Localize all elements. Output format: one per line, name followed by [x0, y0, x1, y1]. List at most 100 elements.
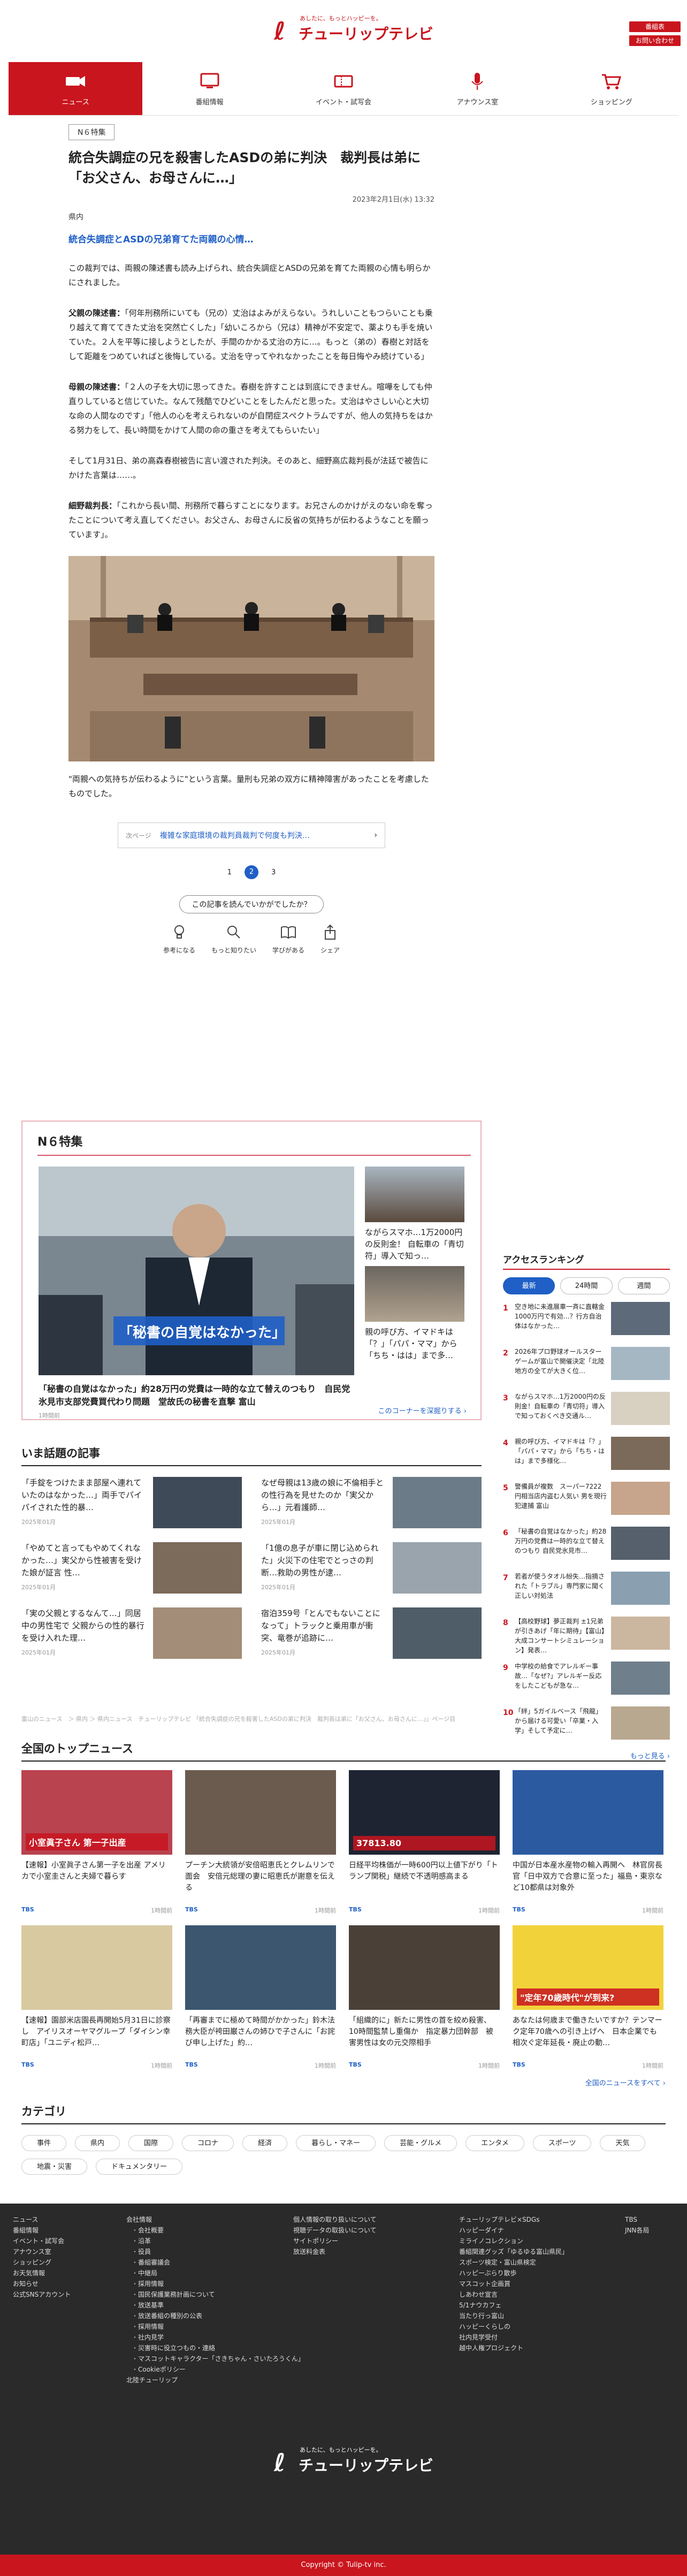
share-button[interactable]: シェア	[320, 923, 340, 955]
footer-link[interactable]: スポーツ検定・富山県検定	[459, 2257, 568, 2268]
reaction-more-button[interactable]: もっと知りたい	[211, 923, 256, 955]
footer-link[interactable]: Cookieポリシー	[126, 2364, 304, 2375]
nav-item-news[interactable]: ニュース	[9, 62, 143, 115]
footer-link[interactable]: ミライノコレクション	[459, 2236, 568, 2246]
footer-link[interactable]: ショッピング	[13, 2257, 71, 2268]
category-chip[interactable]: 暮らし・マネー	[296, 2135, 376, 2151]
category-chip[interactable]: 経済	[242, 2135, 288, 2151]
ranking-item[interactable]: 5 警備員が複数 スーパー7222円相当店内盗む人気い 男を現行犯逮捕 富山	[503, 1482, 670, 1519]
footer-link[interactable]: 当たり行っ富山	[459, 2311, 568, 2321]
national-news-card[interactable]: 小室眞子さん 第一子出産 【速報】小室眞子さん第一子を出産 アメリカで小室圭さんと…	[21, 1770, 172, 1915]
footer-link[interactable]: 役員	[126, 2246, 304, 2257]
footer-link[interactable]: チューリップテレビ×SDGs	[459, 2214, 568, 2225]
footer-link[interactable]: ハッピーくらしの	[459, 2321, 568, 2332]
ranking-item[interactable]: 9 中学校の給食でアレルギー事故…「なぜ?」アレルギー反応をしたこどもが急な…	[503, 1662, 670, 1699]
side-article[interactable]: ながらスマホ…1万2000円の反則金！ 自転車の「青切符」導入で知っ…	[365, 1167, 464, 1262]
category-chip[interactable]: 芸能・グルメ	[384, 2135, 457, 2151]
footer-link[interactable]: 放送基準	[126, 2300, 304, 2311]
footer-link[interactable]: お知らせ	[13, 2278, 71, 2289]
n6-more-link[interactable]: このコーナーを深掘りする ›	[378, 1405, 467, 1415]
page-link-1[interactable]: 1	[227, 868, 232, 877]
national-news-card[interactable]: 中国が日本産水産物の輸入再開へ 林官房長官「日中双方で合意に至った」福島・東京な…	[513, 1770, 663, 1915]
trending-item[interactable]: なぜ母親は13歳の娘に不倫相手との性行為を見せたのか「実父から…」元看護師… 20…	[261, 1477, 482, 1528]
footer-link[interactable]: 国民保護業務計画について	[126, 2289, 304, 2300]
footer-link[interactable]: イベント・試写会	[13, 2236, 71, 2246]
trending-item[interactable]: 「やめてと言ってもやめてくれなかった…」実父から性被害を受けた娘が証言 性… 20…	[21, 1542, 242, 1594]
footer-link[interactable]: 北陸チューリップ	[126, 2375, 304, 2386]
footer-link[interactable]: 番組関連グッズ「ゆるゆる富山県民」	[459, 2246, 568, 2257]
ranking-item[interactable]: 2 2026年プロ野球オールスターゲームが富山で開催決定「北陸地方の全てが大きく位…	[503, 1347, 670, 1384]
footer-link[interactable]: 番組情報	[13, 2225, 71, 2236]
ranking-item[interactable]: 8 【高校野球】夢正裁判 ±1兄弟が引きあげ「年に期待」【富山】大成コンサートシミ…	[503, 1617, 670, 1654]
national-news-card[interactable]: 「組織的に」新たに男性の首を絞め殺害、10時間監禁し重傷か 指定暴力団幹部 被害…	[349, 1925, 500, 2070]
featured-article-image[interactable]: 「秘書の自覚はなかった」	[39, 1167, 354, 1375]
article-category-badge[interactable]: N６特集	[68, 124, 115, 140]
footer-link[interactable]: 採用情報	[126, 2278, 304, 2289]
ranking-item[interactable]: 3 ながらスマホ…1万2000円の反則金！自転車の「青切符」導入で知っておくべき交…	[503, 1392, 670, 1429]
category-chip[interactable]: コロナ	[182, 2135, 234, 2151]
footer-link[interactable]: 社内見学	[126, 2332, 304, 2343]
ranking-item[interactable]: 1 空き地に未進展車一斉に直轄金1000万円で有効…？行方自治体はなかった…	[503, 1302, 670, 1339]
footer-link[interactable]: 個人情報の取り扱いについて	[293, 2214, 377, 2225]
site-logo[interactable]: あしたに、もっとハッピーを。 ℓ チューリップテレビ	[274, 14, 433, 46]
footer-link[interactable]: 会社概要	[126, 2225, 304, 2236]
footer-link[interactable]: マスコット企画賞	[459, 2278, 568, 2289]
footer-link[interactable]: 社内見学受付	[459, 2332, 568, 2343]
category-chip[interactable]: ドキュメンタリー	[96, 2159, 183, 2175]
tab-latest[interactable]: 最新	[503, 1277, 555, 1294]
ranking-item[interactable]: 10 「絆」5ガイルベース「飛龍」から届ける可愛い「卒業・入学」そして予定に…	[503, 1706, 670, 1744]
footer-link[interactable]: 越中人権プロジェクト	[459, 2343, 568, 2353]
footer-link[interactable]: お天気情報	[13, 2268, 71, 2278]
footer-link[interactable]: 5/1ナウカフェ	[459, 2300, 568, 2311]
trending-item[interactable]: 「手錠をつけたまま部屋へ連れていたのはなかった…」両手でパイパイされた性的暴… 2…	[21, 1477, 242, 1528]
footer-link[interactable]: 採用情報	[126, 2321, 304, 2332]
footer-link[interactable]: マスコットキャラクター「さきちゃん・さいたろうくん」	[126, 2353, 304, 2364]
footer-link[interactable]: 放送料金表	[293, 2246, 377, 2257]
reaction-learn-button[interactable]: 学びがある	[272, 923, 304, 955]
category-chip[interactable]: スポーツ	[532, 2135, 592, 2151]
category-chip[interactable]: 国際	[128, 2135, 174, 2151]
footer-link[interactable]: JNN各局	[625, 2225, 650, 2236]
trending-item[interactable]: 「1億の息子が車に閉じ込められた」火災下の住宅でとっさの判断…救助の男性が逮… 2…	[261, 1542, 482, 1594]
next-page-link[interactable]: 次ページ 複雑な家庭環境の裁判員裁判で何度も判決… ›	[118, 822, 385, 848]
category-chip[interactable]: 地震・災害	[21, 2159, 88, 2175]
ranking-item[interactable]: 7 若者が使うタオル紛失…指摘された「トラブル」専門家に聞く正しい対処法	[503, 1572, 670, 1609]
category-chip[interactable]: 天気	[600, 2135, 645, 2151]
ranking-item[interactable]: 4 親の呼び方、イマドキは「？」「パパ・ママ」から「ちち・はは」まで多様化…	[503, 1437, 670, 1474]
footer-logo[interactable]: あしたに、もっとハッピーを。 ℓ チューリップテレビ	[274, 2445, 433, 2478]
page-link-3[interactable]: 3	[271, 868, 276, 877]
trending-item[interactable]: 宿泊359号「とんでもないことになって」トラックと乗用車が衝突、竜巻が追跡に… 2…	[261, 1607, 482, 1659]
national-news-card[interactable]: 【速報】園部米店園長再開始5月31日に診察し アイリスオーヤマグループ「ダイシン…	[21, 1925, 172, 2070]
trending-item[interactable]: 「実の父親とするなんて…」同居中の男性宅で 父親からの性的暴行を受け入れた理… 2…	[21, 1607, 242, 1659]
footer-link[interactable]: ニュース	[13, 2214, 71, 2225]
footer-link[interactable]: 放送番組の種別の公表	[126, 2311, 304, 2321]
footer-link[interactable]: 災害時に役立つもの・連絡	[126, 2343, 304, 2353]
footer-link[interactable]: 会社情報	[126, 2214, 304, 2225]
footer-link[interactable]: 番組審議会	[126, 2257, 304, 2268]
footer-link[interactable]: アナウンス室	[13, 2246, 71, 2257]
nav-item-programs[interactable]: 番組情報	[142, 62, 276, 115]
national-news-card[interactable]: "定年70歳時代"が到来? あなたは何歳まで働きたいですか？テンマーク定年70歳へ…	[513, 1925, 663, 2070]
program-guide-button[interactable]: 番組表	[629, 21, 681, 32]
page-link-current[interactable]: 2	[245, 865, 258, 879]
tab-weekly[interactable]: 週間	[617, 1277, 670, 1294]
side-article[interactable]: 親の呼び方、イマドキは「？」「パパ・ママ」から「ちち・はは」まで多…	[365, 1266, 464, 1361]
nav-item-shopping[interactable]: ショッピング	[545, 62, 678, 115]
footer-link[interactable]: 中継局	[126, 2268, 304, 2278]
footer-link[interactable]: 公式SNSアカウント	[13, 2289, 71, 2300]
footer-link[interactable]: ハッピーぶらり散歩	[459, 2268, 568, 2278]
nav-item-announcers[interactable]: アナウンス室	[410, 62, 544, 115]
footer-link[interactable]: しあわせ宣言	[459, 2289, 568, 2300]
nav-item-events[interactable]: イベント・試写会	[277, 62, 410, 115]
national-news-card[interactable]: プーチン大統領が安倍昭恵氏とクレムリンで面会 安倍元総理の妻に昭恵氏が謝意を伝え…	[185, 1770, 336, 1915]
footer-link[interactable]: TBS	[625, 2214, 650, 2225]
category-chip[interactable]: 事件	[21, 2135, 67, 2151]
footer-link[interactable]: ハッピーダイナ	[459, 2225, 568, 2236]
national-news-card[interactable]: 37813.80 日経平均株価が一時600円以上値下がり「トランプ関税」継続で不透…	[349, 1770, 500, 1915]
national-news-card[interactable]: 「再審までに極めて時間がかかった」鈴木法務大臣が袴田巌さんの姉ひで子さんに「お詫…	[185, 1925, 336, 2070]
national-more-link[interactable]: 全国のニュースをすべて ›	[21, 2077, 666, 2087]
contact-button[interactable]: お問い合わせ	[629, 35, 681, 46]
tab-24h[interactable]: 24時間	[560, 1277, 613, 1294]
category-chip[interactable]: 県内	[75, 2135, 120, 2151]
footer-link[interactable]: 沿革	[126, 2236, 304, 2246]
